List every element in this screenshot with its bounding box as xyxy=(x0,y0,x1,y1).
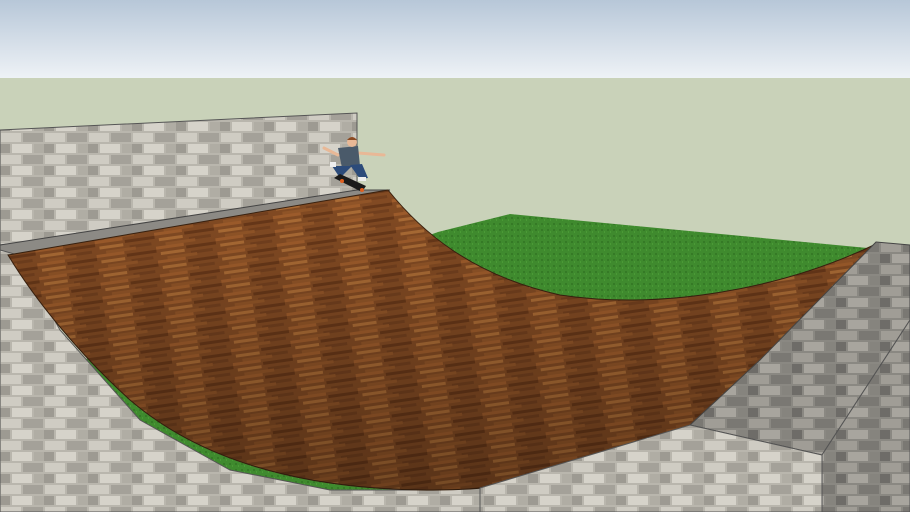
skate-ramp-scene xyxy=(0,0,910,512)
sky xyxy=(0,0,910,78)
